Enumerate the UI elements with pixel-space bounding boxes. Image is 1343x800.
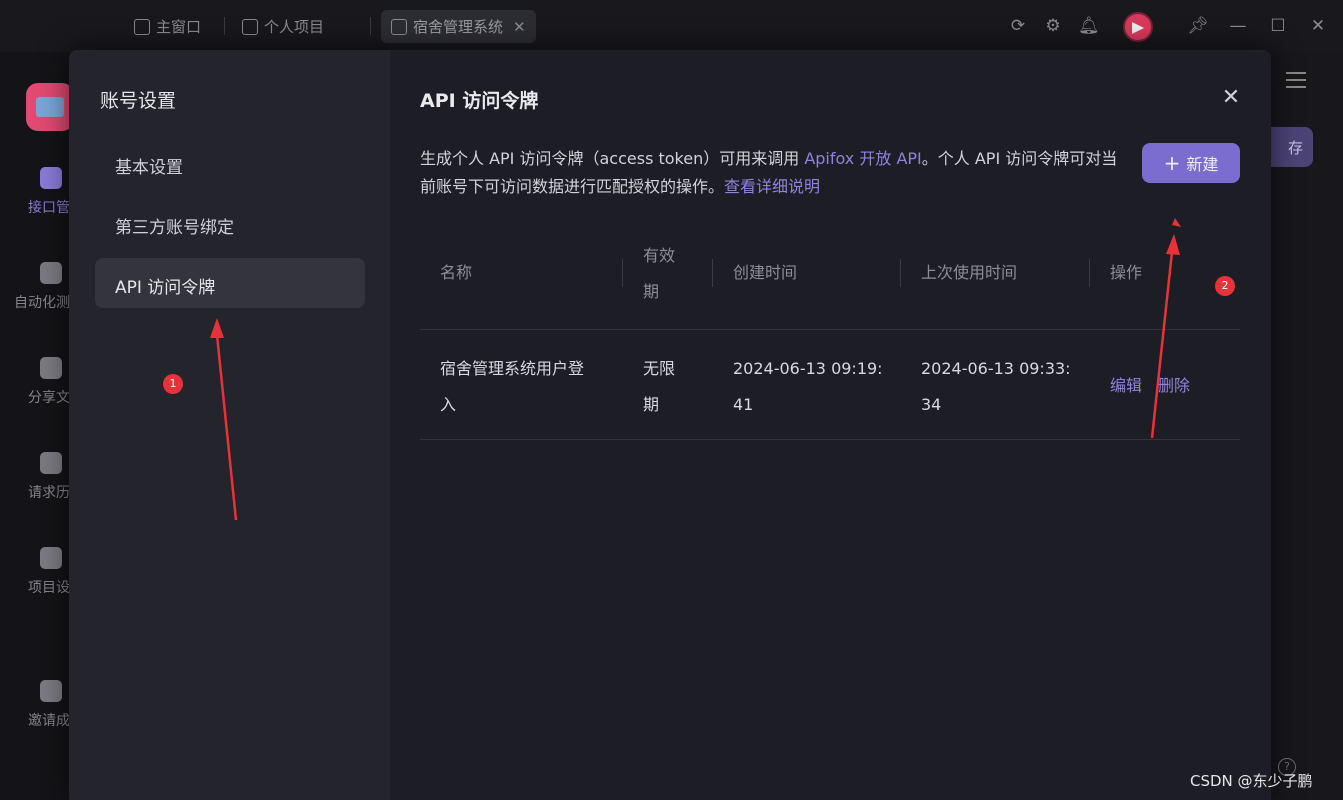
rail-item-label: 邀请成 bbox=[28, 713, 70, 729]
cell-line: 无限 bbox=[643, 359, 676, 378]
new-token-button[interactable]: + 新建 bbox=[1142, 143, 1240, 183]
history-icon bbox=[40, 452, 62, 474]
rail-item-share-doc[interactable]: 分享文 bbox=[0, 357, 70, 407]
sidebar-item-api-token[interactable]: API 访问令牌 bbox=[95, 258, 365, 308]
tab-divider bbox=[370, 17, 371, 35]
column-divider bbox=[900, 259, 901, 287]
column-header-name: 名称 bbox=[440, 263, 473, 282]
cell-line: 34 bbox=[921, 395, 942, 414]
minimize-icon[interactable]: — bbox=[1228, 16, 1248, 36]
row-divider bbox=[420, 439, 1240, 440]
rail-item-label: 分享文 bbox=[28, 390, 70, 406]
column-divider bbox=[712, 259, 713, 287]
watermark: CSDN @东少子鹏 bbox=[1190, 772, 1313, 790]
header-divider bbox=[420, 329, 1240, 330]
cell-line: 2024-06-13 09:33: bbox=[921, 359, 1071, 378]
tab-label: 主窗口 bbox=[156, 18, 202, 36]
description-text: 生成个人 API 访问令牌（access token）可用来调用 bbox=[420, 149, 805, 168]
token-created-cell: 2024-06-13 09:19: 41 bbox=[733, 351, 883, 423]
external-link-icon bbox=[391, 18, 407, 35]
plus-icon: + bbox=[1163, 151, 1181, 175]
api-icon bbox=[40, 167, 62, 189]
sidebar-item-basic-settings[interactable]: 基本设置 bbox=[95, 138, 365, 188]
rail-item-label: 接口管 bbox=[28, 200, 70, 216]
rail-item-label: 项目设 bbox=[28, 580, 70, 596]
settings-icon[interactable]: ⚙ bbox=[1043, 16, 1063, 36]
rail-item-label: 请求历 bbox=[28, 485, 70, 501]
token-name-cell: 宿舍管理系统用户登 入 bbox=[440, 351, 584, 423]
cell-line: 宿舍管理系统用户登 bbox=[440, 359, 585, 378]
view-details-link[interactable]: 查看详细说明 bbox=[724, 177, 820, 196]
maximize-icon[interactable]: ☐ bbox=[1268, 16, 1288, 36]
tab-divider bbox=[224, 17, 225, 35]
rail-item-history[interactable]: 请求历 bbox=[0, 452, 70, 502]
rail-item-project-settings[interactable]: 项目设 bbox=[0, 547, 70, 597]
cell-line: 入 bbox=[440, 395, 457, 414]
annotation-badge-1: 1 bbox=[163, 374, 183, 394]
cell-line: 41 bbox=[733, 395, 754, 414]
modal-sidebar: 账号设置 基本设置 第三方账号绑定 API 访问令牌 bbox=[69, 50, 390, 800]
rail-item-api[interactable]: 接口管 bbox=[0, 167, 70, 217]
tab-personal-project[interactable]: 个人项目 bbox=[232, 10, 334, 43]
tab-main-window[interactable]: 主窗口 bbox=[124, 10, 211, 43]
apifox-open-api-link[interactable]: Apifox 开放 API bbox=[804, 149, 921, 168]
cell-line: 2024-06-13 09:19: bbox=[733, 359, 883, 378]
edit-token-link[interactable]: 编辑 bbox=[1110, 368, 1142, 404]
sidebar-item-third-party-binding[interactable]: 第三方账号绑定 bbox=[95, 198, 365, 248]
menu-icon[interactable] bbox=[1286, 72, 1306, 88]
project-settings-icon bbox=[40, 547, 62, 569]
column-header-validity: 有效 期 bbox=[643, 238, 675, 310]
delete-token-link[interactable]: 删除 bbox=[1158, 368, 1190, 404]
page-title: API 访问令牌 bbox=[420, 90, 539, 112]
column-header-created: 创建时间 bbox=[733, 263, 798, 282]
rail-item-automation[interactable]: 自动化测 bbox=[0, 262, 70, 312]
header-line: 期 bbox=[643, 282, 660, 301]
external-link-icon bbox=[242, 18, 258, 35]
close-window-icon[interactable]: ✕ bbox=[1308, 16, 1328, 36]
refresh-icon[interactable]: ⟳ bbox=[1008, 16, 1028, 36]
cell-line: 期 bbox=[643, 395, 660, 414]
token-validity-cell: 无限 期 bbox=[643, 351, 675, 423]
description: 生成个人 API 访问令牌（access token）可用来调用 Apifox … bbox=[420, 145, 1130, 201]
pin-icon[interactable]: 📌︎ bbox=[1187, 16, 1209, 36]
app-logo[interactable] bbox=[26, 83, 74, 131]
bell-icon[interactable]: 🔔︎ bbox=[1078, 16, 1100, 36]
tab-close-icon[interactable]: ✕ bbox=[513, 18, 526, 36]
account-settings-modal: 账号设置 基本设置 第三方账号绑定 API 访问令牌 API 访问令牌 ✕ 生成… bbox=[69, 50, 1271, 800]
header-line: 有效 bbox=[643, 246, 676, 265]
avatar[interactable] bbox=[1123, 12, 1153, 42]
new-token-label: 新建 bbox=[1186, 155, 1219, 174]
column-divider bbox=[1089, 259, 1090, 287]
tab-label: 宿舍管理系统 bbox=[413, 18, 504, 36]
tab-dorm-system[interactable]: 宿舍管理系统 ✕ bbox=[381, 10, 536, 43]
invite-user-icon bbox=[40, 680, 62, 702]
home-icon bbox=[134, 18, 150, 35]
token-last-used-cell: 2024-06-13 09:33: 34 bbox=[921, 351, 1071, 423]
column-header-last-used: 上次使用时间 bbox=[921, 263, 1018, 282]
sidebar-title: 账号设置 bbox=[100, 90, 177, 112]
column-divider bbox=[622, 259, 623, 287]
rail-item-label: 自动化测 bbox=[14, 295, 70, 311]
tab-label: 个人项目 bbox=[264, 18, 325, 36]
column-header-actions: 操作 bbox=[1110, 263, 1143, 282]
automation-icon bbox=[40, 262, 62, 284]
rail-item-invite[interactable]: 邀请成 bbox=[0, 680, 70, 730]
title-bar: 主窗口 个人项目 宿舍管理系统 ✕ ⟳ ⚙ 🔔︎ 📌︎ — ☐ ✕ bbox=[0, 0, 1343, 52]
close-icon[interactable]: ✕ bbox=[1219, 86, 1243, 110]
share-doc-icon bbox=[40, 357, 62, 379]
annotation-badge-2: 2 bbox=[1215, 276, 1235, 296]
